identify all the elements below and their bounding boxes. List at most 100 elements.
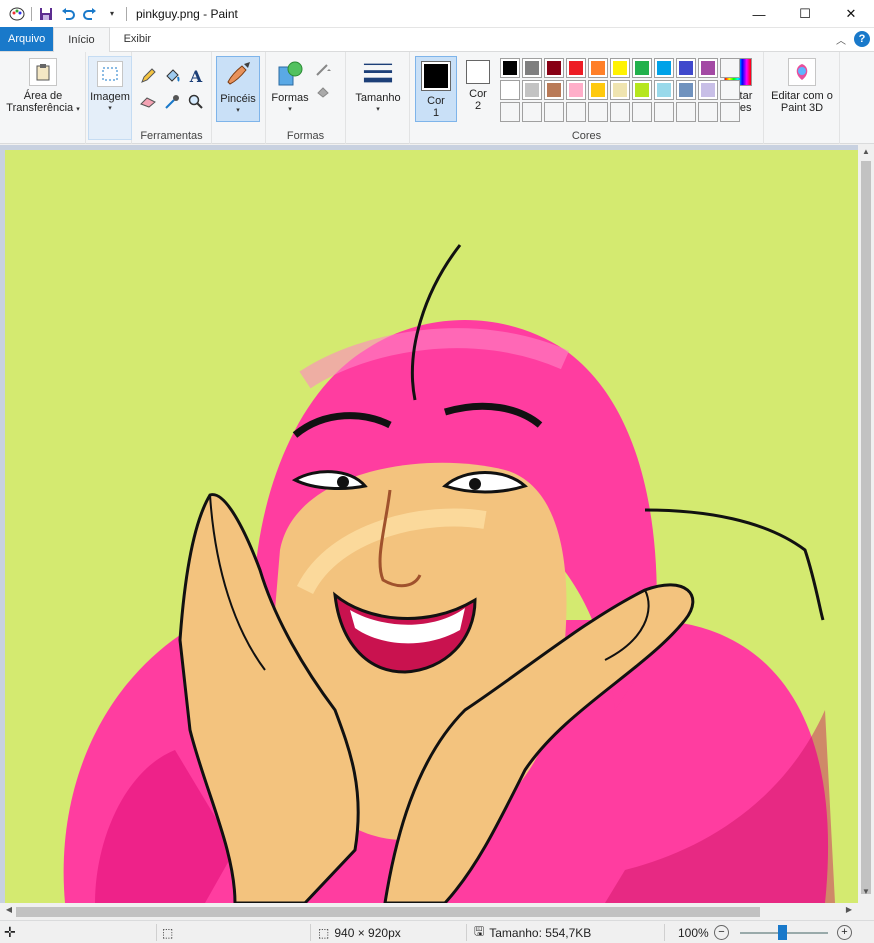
- colors-group-label: Cores: [571, 130, 602, 142]
- drawing-canvas[interactable]: [5, 150, 858, 903]
- fill-bucket-icon[interactable]: [162, 66, 182, 86]
- color-swatch[interactable]: [566, 58, 586, 78]
- color1-swatch: [421, 61, 451, 91]
- color-swatch[interactable]: [610, 80, 630, 100]
- horizontal-scroll-thumb[interactable]: [16, 907, 760, 917]
- chevron-down-icon: ▾: [288, 106, 292, 113]
- clipboard-button[interactable]: Área de Transferência ▾: [3, 58, 83, 116]
- color-swatch[interactable]: [522, 58, 542, 78]
- tab-file[interactable]: Arquivo: [0, 27, 54, 51]
- color-swatch[interactable]: [500, 80, 520, 100]
- color-swatch[interactable]: [544, 80, 564, 100]
- zoom-level: 100%: [678, 925, 709, 940]
- redo-icon[interactable]: [79, 3, 101, 25]
- maximize-button[interactable]: ☐: [782, 0, 828, 28]
- save-icon[interactable]: [35, 3, 57, 25]
- tools-group: A Ferramentas: [132, 52, 212, 144]
- eraser-icon[interactable]: [138, 92, 158, 112]
- color-swatch[interactable]: [610, 58, 630, 78]
- empty-color-swatch[interactable]: [720, 102, 740, 122]
- empty-color-swatch[interactable]: [654, 102, 674, 122]
- empty-color-swatch[interactable]: [588, 102, 608, 122]
- pink-guy-drawing: [5, 150, 858, 903]
- scroll-down-icon[interactable]: ▼: [858, 887, 874, 901]
- paint3d-icon: [788, 58, 816, 86]
- zoom-out-button[interactable]: −: [714, 925, 729, 940]
- empty-color-swatch[interactable]: [720, 58, 740, 78]
- tab-home[interactable]: Início: [53, 27, 110, 52]
- size-button[interactable]: Tamanho ▾: [350, 58, 406, 116]
- shapes-button[interactable]: Formas ▾: [270, 58, 310, 116]
- crosshair-icon: ✛: [4, 924, 16, 940]
- empty-color-swatch[interactable]: [610, 102, 630, 122]
- collapse-ribbon-icon[interactable]: ︿: [836, 32, 846, 47]
- shapes-icon: [275, 58, 305, 88]
- chevron-down-icon: ▾: [376, 106, 380, 113]
- selection-icon: [97, 61, 123, 87]
- help-icon[interactable]: ?: [854, 31, 870, 47]
- ribbon-tabs: Arquivo Início Exibir ︿ ?: [0, 27, 874, 52]
- scroll-right-icon[interactable]: ▶: [842, 905, 856, 914]
- color-swatch[interactable]: [632, 80, 652, 100]
- file-size-text: Tamanho: 554,7KB: [489, 925, 592, 940]
- color-swatch[interactable]: [654, 58, 674, 78]
- vertical-scrollbar[interactable]: ▲ ▼: [858, 145, 874, 903]
- empty-color-swatch[interactable]: [676, 102, 696, 122]
- file-size: 🖫 Tamanho: 554,7KB: [474, 921, 591, 943]
- image-group: Imagem ▾: [86, 52, 132, 144]
- color-swatch[interactable]: [654, 80, 674, 100]
- customize-toolbar-icon[interactable]: ▾: [101, 3, 123, 25]
- zoom-in-button[interactable]: +: [837, 925, 852, 940]
- color-swatch[interactable]: [698, 80, 718, 100]
- empty-color-swatch[interactable]: [522, 102, 542, 122]
- color-swatch[interactable]: [500, 58, 520, 78]
- horizontal-scrollbar[interactable]: ◀ ▶: [0, 903, 858, 920]
- clipboard-group: Área de Transferência ▾: [0, 52, 86, 144]
- color-picker-icon[interactable]: [162, 92, 182, 112]
- paint-app-icon[interactable]: [6, 3, 28, 25]
- empty-color-swatch[interactable]: [720, 80, 740, 100]
- color-swatch[interactable]: [522, 80, 542, 100]
- color2-label: Cor 2: [469, 88, 487, 112]
- color-swatch[interactable]: [566, 80, 586, 100]
- size-label: Tamanho: [355, 92, 401, 104]
- vertical-scroll-thumb[interactable]: [861, 161, 871, 894]
- paint3d-group: Editar com o Paint 3D: [764, 52, 840, 144]
- minimize-button[interactable]: —: [736, 0, 782, 28]
- shapes-group-label: Formas: [286, 130, 325, 142]
- empty-color-swatch[interactable]: [566, 102, 586, 122]
- color-swatch[interactable]: [676, 80, 696, 100]
- color-swatch[interactable]: [588, 80, 608, 100]
- color2-button[interactable]: Cor 2: [461, 60, 495, 112]
- scroll-up-icon[interactable]: ▲: [858, 147, 874, 161]
- color-swatch[interactable]: [588, 58, 608, 78]
- empty-color-swatch[interactable]: [544, 102, 564, 122]
- scroll-left-icon[interactable]: ◀: [2, 905, 16, 914]
- close-button[interactable]: ✕: [828, 0, 874, 28]
- separator: [310, 924, 311, 941]
- shapes-label: Formas: [271, 92, 309, 104]
- brushes-button[interactable]: Pincéis ▾: [216, 56, 260, 122]
- undo-icon[interactable]: [57, 3, 79, 25]
- outline-icon[interactable]: [314, 60, 334, 80]
- magnifier-icon[interactable]: [186, 92, 206, 112]
- color1-button[interactable]: Cor 1: [415, 56, 457, 122]
- zoom-slider-thumb[interactable]: [778, 925, 787, 940]
- color-swatch[interactable]: [544, 58, 564, 78]
- empty-color-swatch[interactable]: [698, 102, 718, 122]
- color2-swatch: [466, 60, 490, 84]
- image-dimensions: ⬚ 940 × 920px: [318, 921, 401, 943]
- tab-view[interactable]: Exibir: [110, 27, 166, 51]
- color-swatch[interactable]: [676, 58, 696, 78]
- color-swatch[interactable]: [632, 58, 652, 78]
- text-icon[interactable]: A: [186, 66, 206, 86]
- empty-color-swatch[interactable]: [500, 102, 520, 122]
- shapes-group: Formas ▾ Formas: [266, 52, 346, 144]
- edit-with-paint3d-button[interactable]: Editar com o Paint 3D: [768, 58, 836, 114]
- pencil-icon[interactable]: [138, 66, 158, 86]
- image-button[interactable]: Imagem ▾: [88, 56, 132, 140]
- empty-color-swatch[interactable]: [632, 102, 652, 122]
- color-swatch[interactable]: [698, 58, 718, 78]
- fill-shape-icon[interactable]: [314, 82, 334, 102]
- cursor-position: ✛: [4, 921, 16, 943]
